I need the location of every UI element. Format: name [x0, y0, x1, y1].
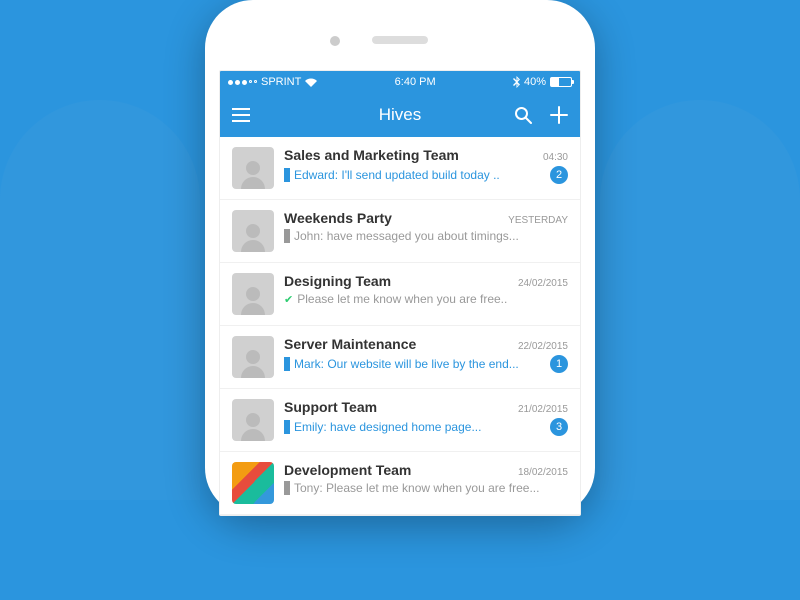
chat-preview: Emily: have designed home page...	[284, 420, 481, 434]
chat-title: Weekends Party	[284, 210, 392, 226]
add-button[interactable]	[550, 106, 568, 124]
chat-preview-text: Mark: Our website will be live by the en…	[294, 357, 519, 371]
status-time: 6:40 PM	[395, 76, 436, 88]
avatar	[232, 273, 274, 315]
chat-title: Server Maintenance	[284, 336, 416, 352]
chat-list[interactable]: Sales and Marketing Team 04:30 Edward: I'l…	[220, 137, 580, 515]
play-icon	[284, 357, 290, 371]
chat-title: Development Team	[284, 462, 411, 478]
battery-percent: 40%	[524, 76, 546, 88]
chat-title: Sales and Marketing Team	[284, 147, 459, 163]
avatar	[232, 462, 274, 504]
search-button[interactable]	[514, 106, 532, 124]
chat-time: 18/02/2015	[518, 467, 568, 478]
chat-preview-text: Edward: I'll send updated build today ..	[294, 168, 500, 182]
menu-button[interactable]	[232, 108, 250, 122]
bluetooth-icon	[513, 76, 520, 88]
chat-time: 24/02/2015	[518, 278, 568, 289]
play-icon	[284, 168, 290, 182]
play-icon	[284, 229, 290, 243]
chat-preview: John: have messaged you about timings...	[284, 229, 519, 243]
signal-icon	[228, 80, 257, 85]
unread-badge: 2	[550, 166, 568, 184]
chat-preview-text: Tony: Please let me know when you are fr…	[294, 481, 539, 495]
sent-check-icon: ✔	[284, 293, 293, 306]
chat-title: Designing Team	[284, 273, 391, 289]
chat-title: Support Team	[284, 399, 377, 415]
status-bar: SPRINT 6:40 PM 40%	[220, 71, 580, 93]
chat-time: 04:30	[543, 152, 568, 163]
carrier-label: SPRINT	[261, 76, 301, 88]
chat-preview-text: Please let me know when you are free..	[297, 292, 507, 306]
phone-screen: SPRINT 6:40 PM 40% Hives Sales and M	[219, 70, 581, 516]
phone-speaker	[372, 36, 428, 44]
chat-time: 21/02/2015	[518, 404, 568, 415]
chat-item[interactable]: Sales and Marketing Team 04:30 Edward: I'l…	[220, 137, 580, 200]
wifi-icon	[305, 78, 317, 87]
avatar	[232, 147, 274, 189]
chat-preview-text: Emily: have designed home page...	[294, 420, 481, 434]
chat-preview: Edward: I'll send updated build today ..	[284, 168, 500, 182]
avatar	[232, 210, 274, 252]
battery-icon	[550, 77, 572, 87]
chat-item[interactable]: Designing Team 24/02/2015 ✔ Please let me k…	[220, 263, 580, 326]
chat-time: 22/02/2015	[518, 341, 568, 352]
nav-bar: Hives	[220, 93, 580, 137]
phone-camera	[330, 36, 340, 46]
page-title: Hives	[379, 105, 422, 125]
play-icon	[284, 481, 290, 495]
chat-time: YESTERDAY	[508, 215, 568, 226]
chat-preview-text: John: have messaged you about timings...	[294, 229, 519, 243]
chat-preview: Mark: Our website will be live by the en…	[284, 357, 519, 371]
unread-badge: 3	[550, 418, 568, 436]
avatar	[232, 336, 274, 378]
chat-item[interactable]: Support Team 21/02/2015 Emily: have design…	[220, 389, 580, 452]
chat-preview: Tony: Please let me know when you are fr…	[284, 481, 539, 495]
unread-badge: 1	[550, 355, 568, 373]
phone-frame: SPRINT 6:40 PM 40% Hives Sales and M	[205, 0, 595, 516]
chat-item[interactable]: Server Maintenance 22/02/2015 Mark: Our we…	[220, 326, 580, 389]
chat-preview: ✔ Please let me know when you are free..	[284, 292, 507, 306]
avatar	[232, 399, 274, 441]
chat-item[interactable]: Development Team 18/02/2015 Tony: Please l…	[220, 452, 580, 515]
chat-item[interactable]: Weekends Party YESTERDAY John: have messag…	[220, 200, 580, 263]
play-icon	[284, 420, 290, 434]
